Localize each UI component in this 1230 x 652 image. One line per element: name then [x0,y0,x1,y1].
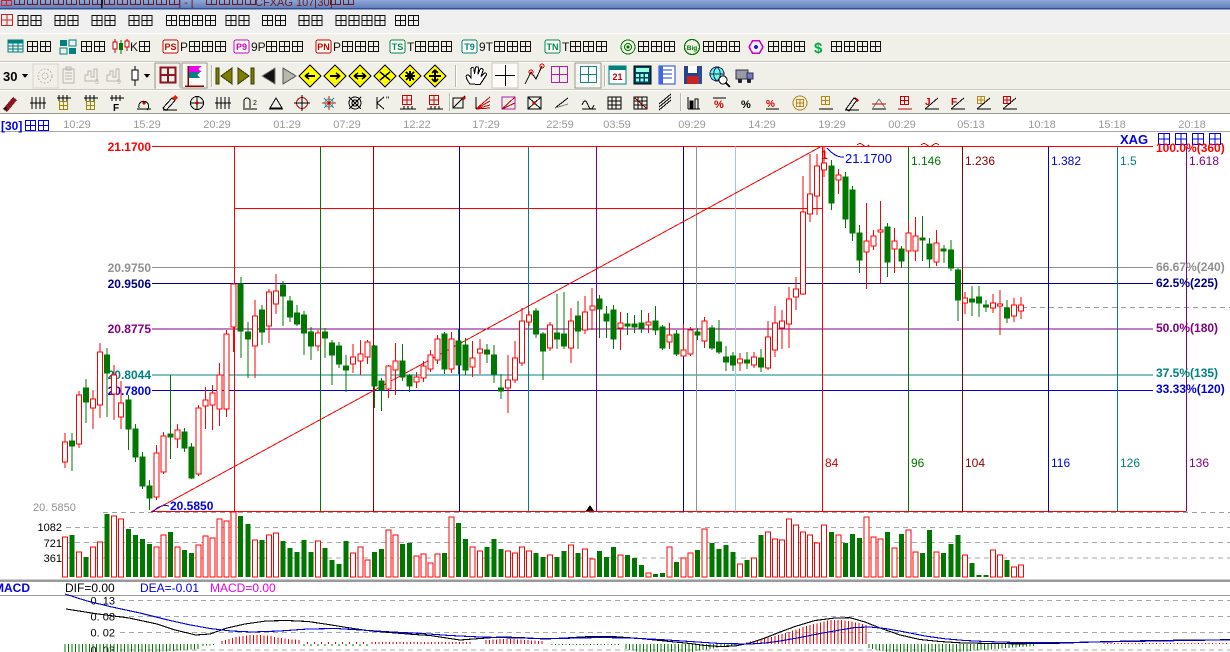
svg-text:14:29: 14:29 [748,119,776,131]
svg-text:PS: PS [164,42,176,52]
svg-text:10:18: 10:18 [1028,119,1056,131]
svg-text:0. 02: 0. 02 [91,628,115,640]
svg-text:20:29: 20:29 [203,119,231,131]
svg-text:136: 136 [1189,456,1209,470]
svg-text:] - [: ] - [ [178,0,194,9]
svg-text:T: T [562,40,570,54]
svg-text:CFXAG 107[30]: CFXAG 107[30] [255,0,333,9]
svg-text:21: 21 [612,72,622,82]
svg-text:Big: Big [687,45,698,52]
svg-text:DIF=0.00: DIF=0.00 [65,581,115,595]
svg-text:22:59: 22:59 [546,119,574,131]
svg-text:9P: 9P [251,40,266,54]
svg-text:21.1700: 21.1700 [108,140,152,154]
svg-text:1.5: 1.5 [1120,154,1137,168]
svg-text:1082: 1082 [38,522,62,534]
svg-text:[30]: [30] [1,119,22,133]
svg-text:1.236: 1.236 [965,154,995,168]
svg-text:05:13: 05:13 [957,119,985,131]
svg-text:10:29: 10:29 [63,119,91,131]
svg-text:126: 126 [1120,456,1140,470]
svg-text:DEA=-0.01: DEA=-0.01 [140,581,199,595]
svg-text:XAG: XAG [1120,132,1148,147]
svg-text:19:29: 19:29 [818,119,846,131]
svg-text:2: 2 [253,100,257,107]
svg-text:": " [386,95,389,105]
svg-text:361: 361 [44,553,62,565]
svg-text:84: 84 [825,456,839,470]
svg-text:TS: TS [392,42,404,52]
svg-text:96: 96 [911,456,925,470]
svg-text:3: 3 [95,79,99,86]
svg-text:%: % [714,99,724,111]
svg-text:20.5850: 20.5850 [170,499,214,513]
svg-text:37.5%(135): 37.5%(135) [1156,366,1218,380]
svg-text:20.8775: 20.8775 [108,322,152,336]
svg-text:9T: 9T [479,40,494,54]
svg-text:62.5%(225): 62.5%(225) [1156,276,1218,290]
svg-text:T9: T9 [464,42,475,52]
svg-text:1.146: 1.146 [911,154,941,168]
svg-text:TN: TN [547,42,559,52]
svg-text:33.33%(120): 33.33%(120) [1156,382,1225,396]
svg-text:12:22: 12:22 [403,119,431,131]
svg-text:%: % [741,99,751,111]
svg-text:03:59: 03:59 [603,119,631,131]
svg-text:20.9750: 20.9750 [108,261,152,275]
svg-text:1.382: 1.382 [1051,154,1081,168]
svg-text:17:29: 17:29 [472,119,500,131]
svg-text:01:29: 01:29 [273,119,301,131]
svg-text:50.0%(180): 50.0%(180) [1156,321,1218,335]
svg-text:30: 30 [3,69,17,84]
svg-text:$: $ [814,40,823,57]
svg-text:66.67%(240): 66.67%(240) [1156,260,1225,274]
svg-text:P9: P9 [236,42,247,52]
svg-text:PN: PN [317,42,330,52]
svg-text:1.618: 1.618 [1189,154,1219,168]
svg-text:116: 116 [1051,456,1070,470]
svg-text:15:29: 15:29 [133,119,161,131]
svg-text:100.0%(360): 100.0%(360) [1156,141,1225,155]
svg-text:K: K [130,40,138,54]
svg-text:%: % [766,99,775,110]
svg-text:09:29: 09:29 [678,119,706,131]
svg-text:P: P [180,40,188,54]
svg-text:104: 104 [965,456,985,470]
svg-text:MACD: MACD [0,581,30,595]
svg-text:15:18: 15:18 [1098,119,1126,131]
svg-text:T: T [407,40,415,54]
svg-text:9: 9 [117,79,121,86]
svg-text:20:18: 20:18 [1178,119,1206,131]
svg-text:20. 5850: 20. 5850 [33,502,76,514]
svg-text:00:29: 00:29 [888,119,916,131]
svg-text:20.9506: 20.9506 [108,277,152,291]
svg-text:21.1700: 21.1700 [845,151,892,166]
svg-text:P: P [333,40,341,54]
svg-text:0. 13: 0. 13 [91,596,115,608]
svg-text:MACD=0.00: MACD=0.00 [210,581,276,595]
svg-text:F: F [113,103,119,114]
svg-text:07:29: 07:29 [333,119,361,131]
svg-text:721: 721 [44,538,62,550]
svg-text:0. 03: 0. 03 [91,645,115,652]
